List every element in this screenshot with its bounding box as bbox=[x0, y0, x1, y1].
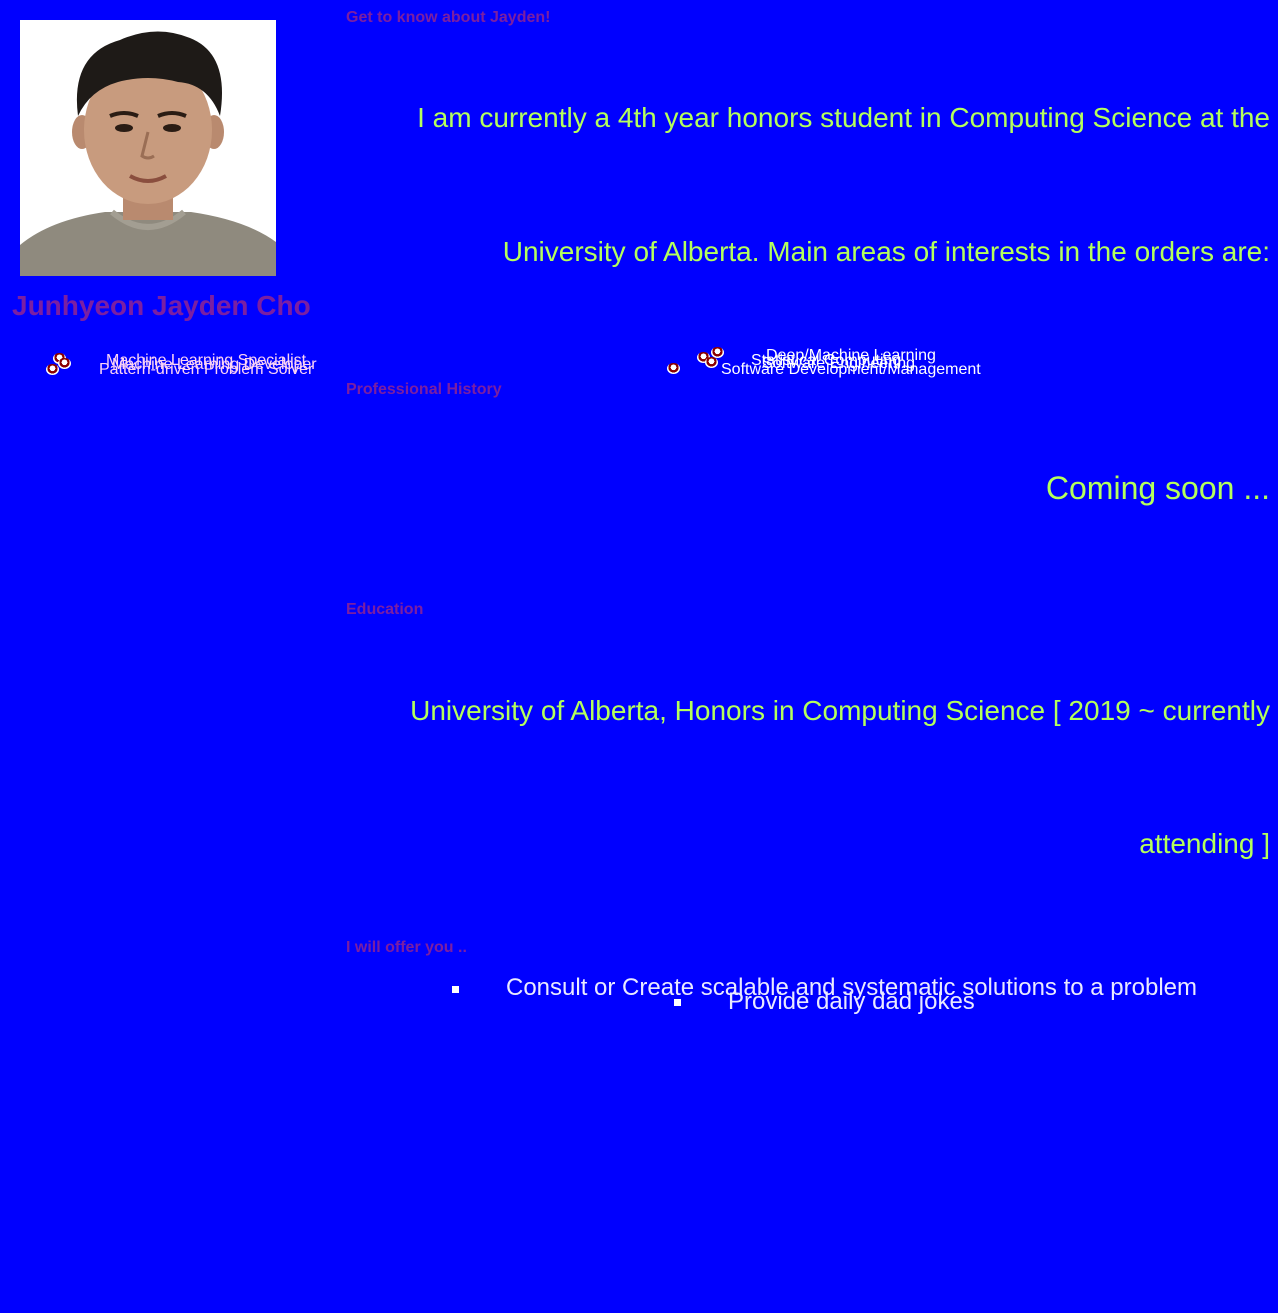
bullet-icon bbox=[452, 986, 459, 993]
education-heading: Education bbox=[346, 601, 424, 618]
bullet-icon bbox=[46, 364, 59, 375]
about-text-line: University of Alberta. Main areas of int… bbox=[502, 236, 1270, 267]
professional-history-text: Coming soon ... bbox=[1045, 470, 1270, 506]
skill-item: Software Engineering bbox=[762, 355, 915, 372]
offer-item: Provide daily dad jokes bbox=[728, 988, 975, 1015]
education-text-line: University of Alberta, Honors in Computi… bbox=[410, 695, 1270, 726]
profile-name: Junhyeon Jayden Cho bbox=[12, 290, 311, 321]
profile-photo bbox=[20, 20, 276, 276]
skill-item: Pattern-driven Problem Solver bbox=[99, 361, 314, 378]
profile-portrait-image bbox=[20, 20, 276, 276]
bullet-icon bbox=[667, 363, 680, 374]
about-text-line: I am currently a 4th year honors student… bbox=[417, 102, 1270, 133]
professional-history-heading: Professional History bbox=[346, 381, 502, 398]
bullet-icon bbox=[58, 358, 71, 369]
offer-heading: I will offer you .. bbox=[346, 939, 467, 956]
bullet-icon bbox=[674, 999, 681, 1006]
bullet-icon bbox=[705, 357, 718, 368]
about-heading: Get to know about Jayden! bbox=[346, 9, 551, 26]
education-text-line: attending ] bbox=[1139, 828, 1270, 859]
